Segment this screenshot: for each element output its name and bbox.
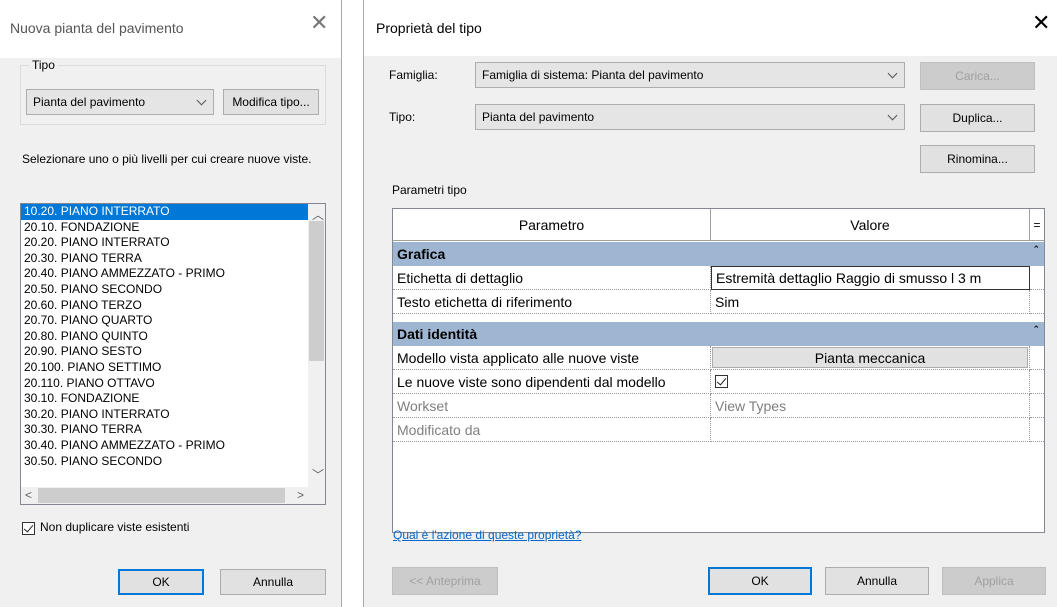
param-name: Testo etichetta di riferimento [393, 290, 711, 314]
type-combo[interactable]: Pianta del pavimento [475, 104, 905, 130]
duplicate-button[interactable]: Duplica... [920, 104, 1035, 132]
levels-listbox[interactable]: 10.20. PIANO INTERRATO 20.10. FONDAZIONE 2… [20, 203, 326, 505]
param-name: Le nuove viste sono dipendenti dal model… [393, 370, 711, 394]
param-row: Workset View Types [393, 394, 1044, 418]
title-bar: Nuova pianta del pavimento ✕ [0, 0, 341, 58]
edit-type-button[interactable]: Modifica tipo... [223, 89, 319, 115]
type-label: Tipo: [389, 110, 416, 124]
group-label: Tipo [29, 58, 58, 72]
level-list-item[interactable]: 30.20. PIANO INTERRATO [21, 407, 325, 423]
close-icon[interactable]: ✕ [310, 12, 328, 34]
eq-cell [1030, 346, 1044, 370]
param-name: Workset [393, 394, 711, 418]
section-title: Grafica [397, 246, 446, 262]
dialog-title: Proprietà del tipo [376, 20, 482, 36]
scroll-thumb[interactable] [309, 221, 324, 361]
level-list-item[interactable]: 20.30. PIANO TERRA [21, 251, 325, 267]
level-list-item[interactable]: 30.10. FONDAZIONE [21, 391, 325, 407]
chevron-down-icon [887, 68, 898, 79]
chevron-down-icon [196, 95, 207, 106]
eq-cell [1030, 266, 1044, 290]
section-title: Dati identità [397, 326, 478, 342]
level-list-item[interactable]: 10.20. PIANO INTERRATO [21, 204, 325, 220]
param-value [711, 418, 1030, 442]
params-label: Parametri tipo [392, 183, 467, 197]
collapse-icon[interactable]: ⌃ [1032, 244, 1040, 255]
eq-cell [1030, 394, 1044, 418]
param-value-cell [711, 370, 1030, 394]
scroll-left-icon[interactable]: < [25, 488, 32, 502]
column-header-eq[interactable]: = [1030, 209, 1044, 241]
column-header-param[interactable]: Parametro [393, 209, 711, 241]
cancel-button[interactable]: Annulla [825, 567, 929, 595]
scroll-right-icon[interactable]: > [297, 488, 304, 502]
chevron-down-icon [887, 110, 898, 121]
vertical-scrollbar[interactable]: ︿ ﹀ [308, 204, 325, 487]
param-name: Etichetta di dettaglio [393, 266, 711, 290]
param-row[interactable]: Modello vista applicato alle nuove viste… [393, 346, 1044, 370]
close-icon[interactable]: ✕ [1032, 12, 1050, 34]
scroll-thumb-horizontal[interactable] [38, 488, 285, 503]
cancel-button[interactable]: Annulla [220, 569, 326, 595]
family-combo[interactable]: Famiglia di sistema: Pianta del paviment… [475, 62, 905, 88]
load-button[interactable]: Carica... [920, 62, 1035, 90]
levels-list: 10.20. PIANO INTERRATO 20.10. FONDAZIONE 2… [21, 204, 325, 469]
preview-button[interactable]: << Anteprima [392, 567, 498, 595]
dependent-checkbox[interactable] [715, 375, 728, 388]
apply-button[interactable]: Applica [942, 567, 1046, 595]
rename-button[interactable]: Rinomina... [920, 145, 1035, 173]
level-list-item[interactable]: 20.110. PIANO OTTAVO [21, 376, 325, 392]
eq-cell [1030, 370, 1044, 394]
level-list-item[interactable]: 30.40. PIANO AMMEZZATO - PRIMO [21, 438, 325, 454]
level-list-item[interactable]: 30.30. PIANO TERRA [21, 422, 325, 438]
type-combo-value: Pianta del pavimento [33, 95, 146, 109]
level-list-item[interactable]: 20.60. PIANO TERZO [21, 298, 325, 314]
level-list-item[interactable]: 20.90. PIANO SESTO [21, 344, 325, 360]
level-list-item[interactable]: 20.50. PIANO SECONDO [21, 282, 325, 298]
param-value-cell: Pianta meccanica [711, 346, 1030, 370]
section-header-identity[interactable]: Dati identità ⌃ [393, 322, 1044, 346]
dialog-title: Nuova pianta del pavimento [10, 20, 184, 36]
type-combo[interactable]: Pianta del pavimento [26, 89, 214, 115]
grid-header: Parametro Valore = [393, 209, 1044, 241]
level-list-item[interactable]: 20.10. FONDAZIONE [21, 220, 325, 236]
eq-cell [1030, 290, 1044, 314]
ok-button[interactable]: OK [708, 567, 812, 595]
help-link[interactable]: Qual è l'azione di queste proprietà? [393, 528, 581, 542]
level-list-item[interactable]: 30.50. PIANO SECONDO [21, 454, 325, 470]
collapse-icon[interactable]: ⌃ [1032, 324, 1040, 335]
param-value[interactable]: Sim [711, 290, 1030, 314]
column-header-value[interactable]: Valore [711, 209, 1030, 241]
instruction-text: Selezionare uno o più livelli per cui cr… [22, 152, 312, 166]
param-value-input[interactable]: Estremità dettaglio Raggio di smusso l 3… [711, 266, 1030, 290]
no-duplicate-checkbox[interactable] [22, 522, 35, 535]
param-row[interactable]: Etichetta di dettaglio Estremità dettagl… [393, 266, 1044, 290]
no-duplicate-label: Non duplicare viste esistenti [40, 520, 190, 534]
horizontal-scrollbar[interactable]: < > [21, 487, 308, 504]
param-name: Modello vista applicato alle nuove viste [393, 346, 711, 370]
type-combo-value: Pianta del pavimento [482, 110, 595, 124]
section-header-graphics[interactable]: Grafica ⌃ [393, 242, 1044, 266]
param-row[interactable]: Testo etichetta di riferimento Sim [393, 290, 1044, 314]
view-template-button[interactable]: Pianta meccanica [712, 347, 1028, 368]
level-list-item[interactable]: 20.40. PIANO AMMEZZATO - PRIMO [21, 266, 325, 282]
param-name: Modificato da [393, 418, 711, 442]
ok-button[interactable]: OK [118, 569, 204, 595]
family-combo-value: Famiglia di sistema: Pianta del paviment… [482, 68, 704, 82]
new-floor-plan-dialog: Nuova pianta del pavimento ✕ Tipo Pianta… [0, 0, 342, 607]
level-list-item[interactable]: 20.70. PIANO QUARTO [21, 313, 325, 329]
family-label: Famiglia: [389, 68, 438, 82]
level-list-item[interactable]: 20.80. PIANO QUINTO [21, 329, 325, 345]
scroll-corner [308, 487, 325, 504]
param-row: Modificato da [393, 418, 1044, 442]
level-list-item[interactable]: 20.20. PIANO INTERRATO [21, 235, 325, 251]
scroll-down-icon[interactable]: ﹀ [312, 466, 324, 483]
parameters-grid[interactable]: Parametro Valore = Grafica ⌃ Etichetta d… [392, 208, 1045, 533]
level-list-item[interactable]: 20.100. PIANO SETTIMO [21, 360, 325, 376]
param-value: View Types [711, 394, 1030, 418]
eq-cell [1030, 418, 1044, 442]
title-bar: Proprietà del tipo ✕ [364, 0, 1057, 56]
param-row[interactable]: Le nuove viste sono dipendenti dal model… [393, 370, 1044, 394]
